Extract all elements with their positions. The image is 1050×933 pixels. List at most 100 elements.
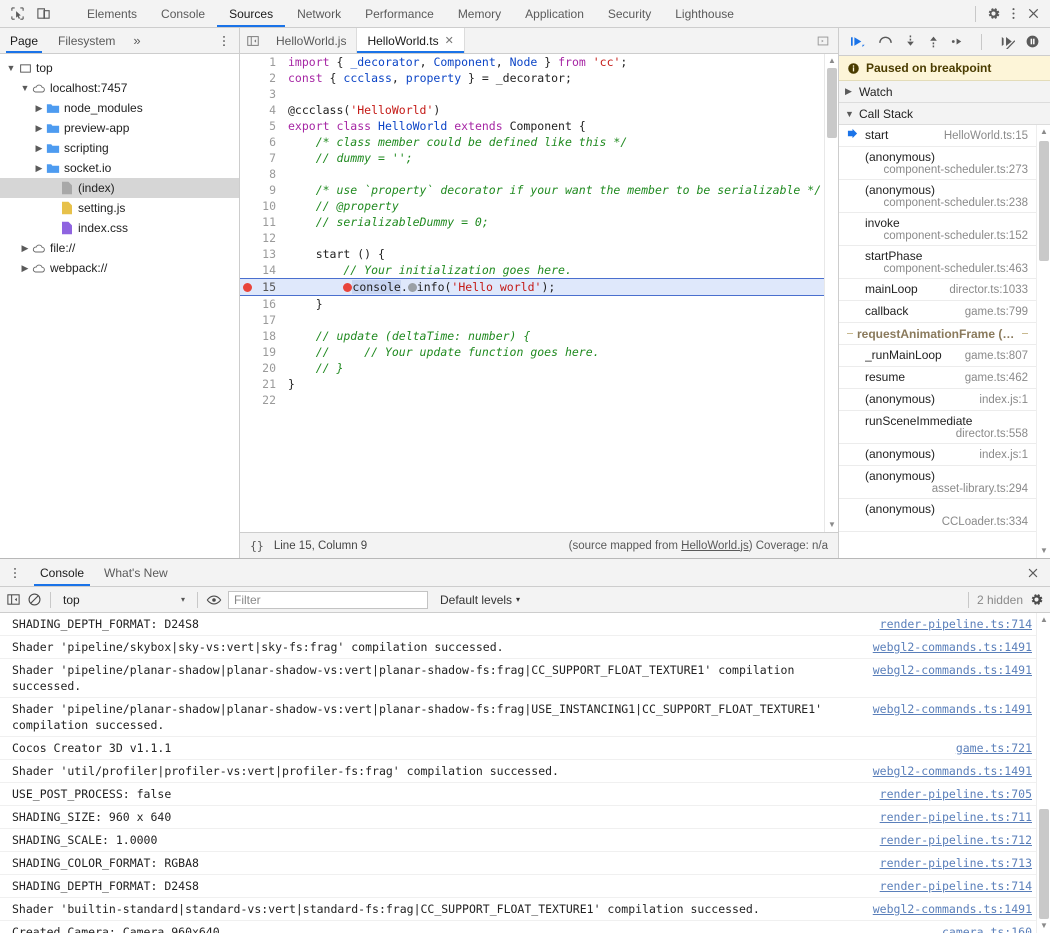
gear-icon[interactable] bbox=[984, 5, 1002, 23]
step-out-button[interactable] bbox=[927, 34, 940, 49]
scrollbar-thumb[interactable] bbox=[827, 68, 837, 138]
file-tree-item[interactable]: setting.js bbox=[0, 198, 239, 218]
callstack-frame[interactable]: callback game.ts:799 bbox=[839, 301, 1036, 323]
code-line[interactable]: 2 const { ccclass, property } = _decorato… bbox=[240, 70, 824, 86]
breakpoint-gutter[interactable] bbox=[240, 376, 256, 392]
file-tree[interactable]: ▼ top ▼ localhost:7457 ▶ node_modules ▶ preview… bbox=[0, 54, 239, 558]
breakpoint-gutter[interactable] bbox=[240, 328, 256, 344]
code-line[interactable]: 19 // // Your update function goes here. bbox=[240, 344, 824, 360]
callstack-frame[interactable]: mainLoop director.ts:1033 bbox=[839, 279, 1036, 301]
code-line[interactable]: 9 /* use `property` decorator if your wa… bbox=[240, 182, 824, 198]
code-line[interactable]: 7 // dummy = ''; bbox=[240, 150, 824, 166]
console-message-source-link[interactable]: render-pipeline.ts:712 bbox=[880, 832, 1032, 848]
breakpoint-gutter[interactable] bbox=[240, 214, 256, 230]
chevron-right-icon[interactable]: ▶ bbox=[32, 103, 46, 114]
file-tree-item[interactable]: ▶ file:// bbox=[0, 238, 239, 258]
tab-application[interactable]: Application bbox=[513, 0, 596, 27]
callstack-frame[interactable]: startPhase component-scheduler.ts:463 bbox=[839, 246, 1036, 279]
code-line[interactable]: 4 @ccclass('HelloWorld') bbox=[240, 102, 824, 118]
callstack-location[interactable]: component-scheduler.ts:238 bbox=[847, 197, 1028, 209]
callstack-frame[interactable]: runSceneImmediate director.ts:558 bbox=[839, 411, 1036, 444]
code-line[interactable]: 10 // @property bbox=[240, 198, 824, 214]
nav-tab-more-icon[interactable]: » bbox=[125, 28, 148, 53]
chevron-down-icon[interactable]: ▼ bbox=[18, 83, 32, 93]
console-message-source-link[interactable]: webgl2-commands.ts:1491 bbox=[873, 662, 1032, 678]
device-toolbar-icon[interactable] bbox=[34, 5, 52, 23]
console-message-area[interactable]: SHADING_DEPTH_FORMAT: D24S8 render-pipeli… bbox=[0, 613, 1050, 933]
more-vertical-icon[interactable] bbox=[0, 559, 30, 586]
code-line[interactable]: 11 // serializableDummy = 0; bbox=[240, 214, 824, 230]
breakpoint-gutter[interactable] bbox=[240, 86, 256, 102]
console-message-source-link[interactable]: render-pipeline.ts:714 bbox=[880, 616, 1032, 632]
tab-memory[interactable]: Memory bbox=[446, 0, 513, 27]
code-line[interactable]: 3 bbox=[240, 86, 824, 102]
hidden-messages-count[interactable]: 2 hidden bbox=[977, 593, 1023, 607]
more-vertical-icon[interactable] bbox=[209, 28, 239, 53]
breakpoint-gutter[interactable] bbox=[240, 246, 256, 262]
breakpoint-gutter[interactable] bbox=[240, 198, 256, 214]
callstack-scroll-region[interactable]: start HelloWorld.ts:15 (anonymous) componen… bbox=[839, 125, 1050, 558]
callstack-location[interactable]: game.ts:799 bbox=[965, 306, 1028, 318]
console-filter-input[interactable]: Filter bbox=[228, 590, 428, 609]
console-message-source-link[interactable]: render-pipeline.ts:714 bbox=[880, 878, 1032, 894]
scroll-down-icon[interactable]: ▼ bbox=[827, 520, 837, 530]
code-line[interactable]: 14 // Your initialization goes here. bbox=[240, 262, 824, 278]
live-expression-icon[interactable] bbox=[206, 593, 222, 607]
scroll-up-icon[interactable]: ▲ bbox=[1039, 615, 1049, 625]
editor-panel-toggle-icon[interactable] bbox=[808, 28, 838, 53]
callstack-location[interactable]: component-scheduler.ts:463 bbox=[847, 263, 1028, 275]
callstack-frame[interactable]: (anonymous) component-scheduler.ts:238 bbox=[839, 180, 1036, 213]
callstack-location[interactable]: component-scheduler.ts:152 bbox=[847, 230, 1028, 242]
code-line[interactable]: 18 // update (deltaTime: number) { bbox=[240, 328, 824, 344]
console-message-source-link[interactable]: render-pipeline.ts:713 bbox=[880, 855, 1032, 871]
log-levels-select[interactable]: Default levels ▾ bbox=[434, 593, 526, 607]
close-icon[interactable] bbox=[1016, 559, 1050, 586]
callstack-frame[interactable]: _runMainLoop game.ts:807 bbox=[839, 345, 1036, 367]
gear-icon[interactable] bbox=[1029, 592, 1044, 607]
console-message-source-link[interactable]: webgl2-commands.ts:1491 bbox=[873, 763, 1032, 779]
code-line[interactable]: 20 // } bbox=[240, 360, 824, 376]
code-editor[interactable]: 1 import { _decorator, Component, Node } … bbox=[240, 54, 838, 532]
chevron-right-icon[interactable]: ▶ bbox=[32, 123, 46, 134]
nav-tab-filesystem[interactable]: Filesystem bbox=[48, 28, 125, 53]
callstack-location[interactable]: director.ts:1033 bbox=[949, 284, 1028, 296]
code-line[interactable]: 22 bbox=[240, 392, 824, 408]
callstack-frame[interactable]: invoke component-scheduler.ts:152 bbox=[839, 213, 1036, 246]
callstack-frame[interactable]: (anonymous) component-scheduler.ts:273 bbox=[839, 147, 1036, 180]
scroll-down-icon[interactable]: ▼ bbox=[1039, 546, 1049, 556]
breakpoint-gutter[interactable] bbox=[240, 166, 256, 182]
code-line[interactable]: 5 export class HelloWorld extends Compone… bbox=[240, 118, 824, 134]
code-scroll-region[interactable]: 1 import { _decorator, Component, Node } … bbox=[240, 54, 824, 532]
file-tree-item[interactable]: (index) bbox=[0, 178, 239, 198]
code-line[interactable]: 16 } bbox=[240, 296, 824, 312]
tab-console[interactable]: Console bbox=[149, 0, 217, 27]
step-button[interactable] bbox=[950, 34, 965, 49]
scrollbar-thumb[interactable] bbox=[1039, 809, 1049, 919]
file-tree-item[interactable]: ▶ node_modules bbox=[0, 98, 239, 118]
breakpoint-gutter[interactable] bbox=[240, 230, 256, 246]
code-line-highlighted[interactable]: 15 console. info('Hello world'); bbox=[240, 278, 824, 296]
tab-performance[interactable]: Performance bbox=[353, 0, 446, 27]
callstack-section-header[interactable]: ▼ Call Stack bbox=[839, 103, 1050, 125]
breakpoint-gutter[interactable] bbox=[240, 392, 256, 408]
breakpoint-gutter[interactable] bbox=[240, 296, 256, 312]
drawer-tab-console[interactable]: Console bbox=[30, 559, 94, 586]
console-scrollbar[interactable]: ▲ ▼ bbox=[1036, 613, 1050, 933]
editor-tab-helloworld-ts[interactable]: HelloWorld.ts ✕ bbox=[357, 28, 465, 53]
step-over-button[interactable] bbox=[877, 34, 894, 49]
console-message-source-link[interactable]: camera.ts:160 bbox=[942, 924, 1032, 933]
breakpoint-gutter[interactable] bbox=[240, 262, 256, 278]
callstack-frame[interactable]: (anonymous) index.js:1 bbox=[839, 389, 1036, 411]
console-message-source-link[interactable]: render-pipeline.ts:711 bbox=[880, 809, 1032, 825]
chevron-right-icon[interactable]: ▶ bbox=[32, 143, 46, 154]
close-icon[interactable]: ✕ bbox=[445, 34, 454, 47]
callstack-frame[interactable]: resume game.ts:462 bbox=[839, 367, 1036, 389]
callstack-location[interactable]: index.js:1 bbox=[979, 449, 1028, 461]
code-line[interactable]: 8 bbox=[240, 166, 824, 182]
inspect-element-icon[interactable] bbox=[8, 5, 26, 23]
callstack-frame[interactable]: (anonymous) asset-library.ts:294 bbox=[839, 466, 1036, 499]
file-tree-item[interactable]: ▼ localhost:7457 bbox=[0, 78, 239, 98]
execution-context-select[interactable]: top ▾ bbox=[59, 592, 189, 608]
clear-console-icon[interactable] bbox=[27, 592, 42, 607]
breakpoint-gutter[interactable] bbox=[240, 344, 256, 360]
